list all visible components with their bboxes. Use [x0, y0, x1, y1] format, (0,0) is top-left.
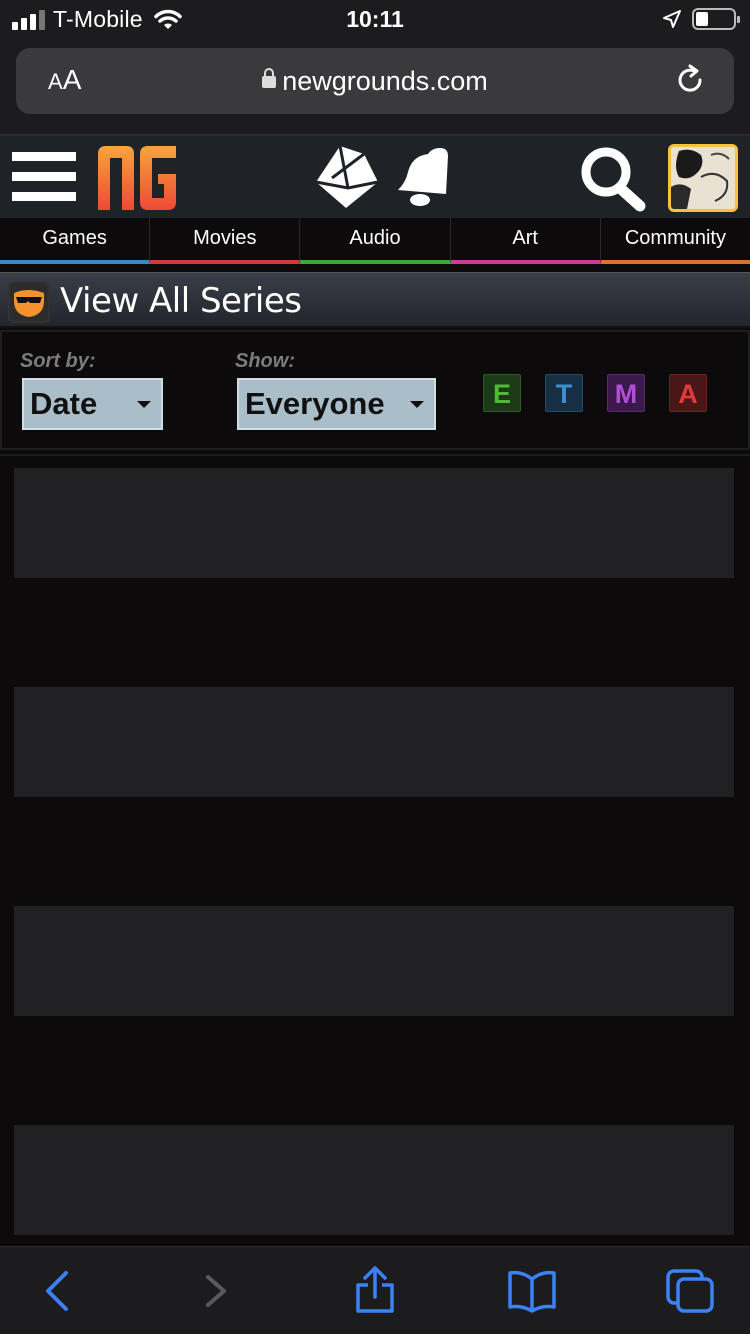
newgrounds-logo[interactable]	[96, 144, 178, 210]
loading-placeholder	[14, 1125, 734, 1235]
loading-placeholder	[14, 687, 734, 797]
rating-t-toggle[interactable]: T	[545, 374, 583, 412]
forward-icon[interactable]	[196, 1269, 232, 1313]
browser-toolbar	[0, 1246, 750, 1334]
address-bar[interactable]: AA newgrounds.com	[16, 48, 734, 114]
url-text: newgrounds.com	[282, 66, 488, 96]
rating-a-toggle[interactable]: A	[669, 374, 707, 412]
notification-bell-icon[interactable]	[394, 144, 456, 210]
chevron-down-icon	[410, 401, 424, 408]
user-avatar[interactable]	[668, 144, 738, 212]
search-icon[interactable]	[578, 144, 648, 212]
rating-m-toggle[interactable]: M	[607, 374, 645, 412]
lock-icon	[262, 68, 277, 88]
sort-label: Sort by:	[20, 350, 96, 372]
chevron-down-icon	[137, 401, 151, 408]
loading-placeholder	[14, 906, 734, 1016]
sort-select[interactable]: Date	[22, 378, 163, 430]
show-select[interactable]: Everyone	[237, 378, 436, 430]
loading-placeholder	[14, 468, 734, 578]
reload-icon[interactable]	[672, 62, 708, 98]
menu-icon[interactable]	[12, 152, 76, 204]
main-nav: Games Movies Audio Art Community	[0, 218, 750, 264]
status-bar: T-Mobile 10:11	[0, 0, 750, 42]
show-value: Everyone	[245, 386, 385, 421]
page-title: View All Series	[60, 281, 302, 321]
tabs-icon[interactable]	[664, 1267, 716, 1315]
show-label: Show:	[235, 350, 295, 372]
browser-address-area: AA newgrounds.com	[0, 42, 750, 134]
nav-art[interactable]: Art	[450, 218, 601, 264]
back-icon[interactable]	[40, 1269, 76, 1313]
nav-games[interactable]: Games	[0, 218, 151, 264]
rating-e-toggle[interactable]: E	[483, 374, 521, 412]
filter-panel: Sort by: Date Show: Everyone E T M A	[0, 330, 750, 450]
url-field[interactable]: newgrounds.com	[16, 66, 734, 97]
site-header	[0, 134, 750, 218]
avatar-image	[671, 147, 735, 209]
bookmarks-icon[interactable]	[506, 1269, 558, 1313]
pm-envelope-icon[interactable]	[312, 144, 380, 210]
sort-value: Date	[30, 386, 98, 421]
page-title-bar: View All Series	[0, 272, 750, 328]
series-list	[0, 454, 750, 1246]
status-right	[662, 8, 740, 30]
series-icon	[8, 281, 50, 323]
nav-community[interactable]: Community	[600, 218, 750, 264]
share-icon[interactable]	[354, 1265, 396, 1315]
location-arrow-icon	[663, 10, 681, 28]
battery-icon	[692, 8, 740, 30]
nav-audio[interactable]: Audio	[300, 218, 451, 264]
nav-movies[interactable]: Movies	[150, 218, 301, 264]
clock: 10:11	[346, 6, 404, 32]
